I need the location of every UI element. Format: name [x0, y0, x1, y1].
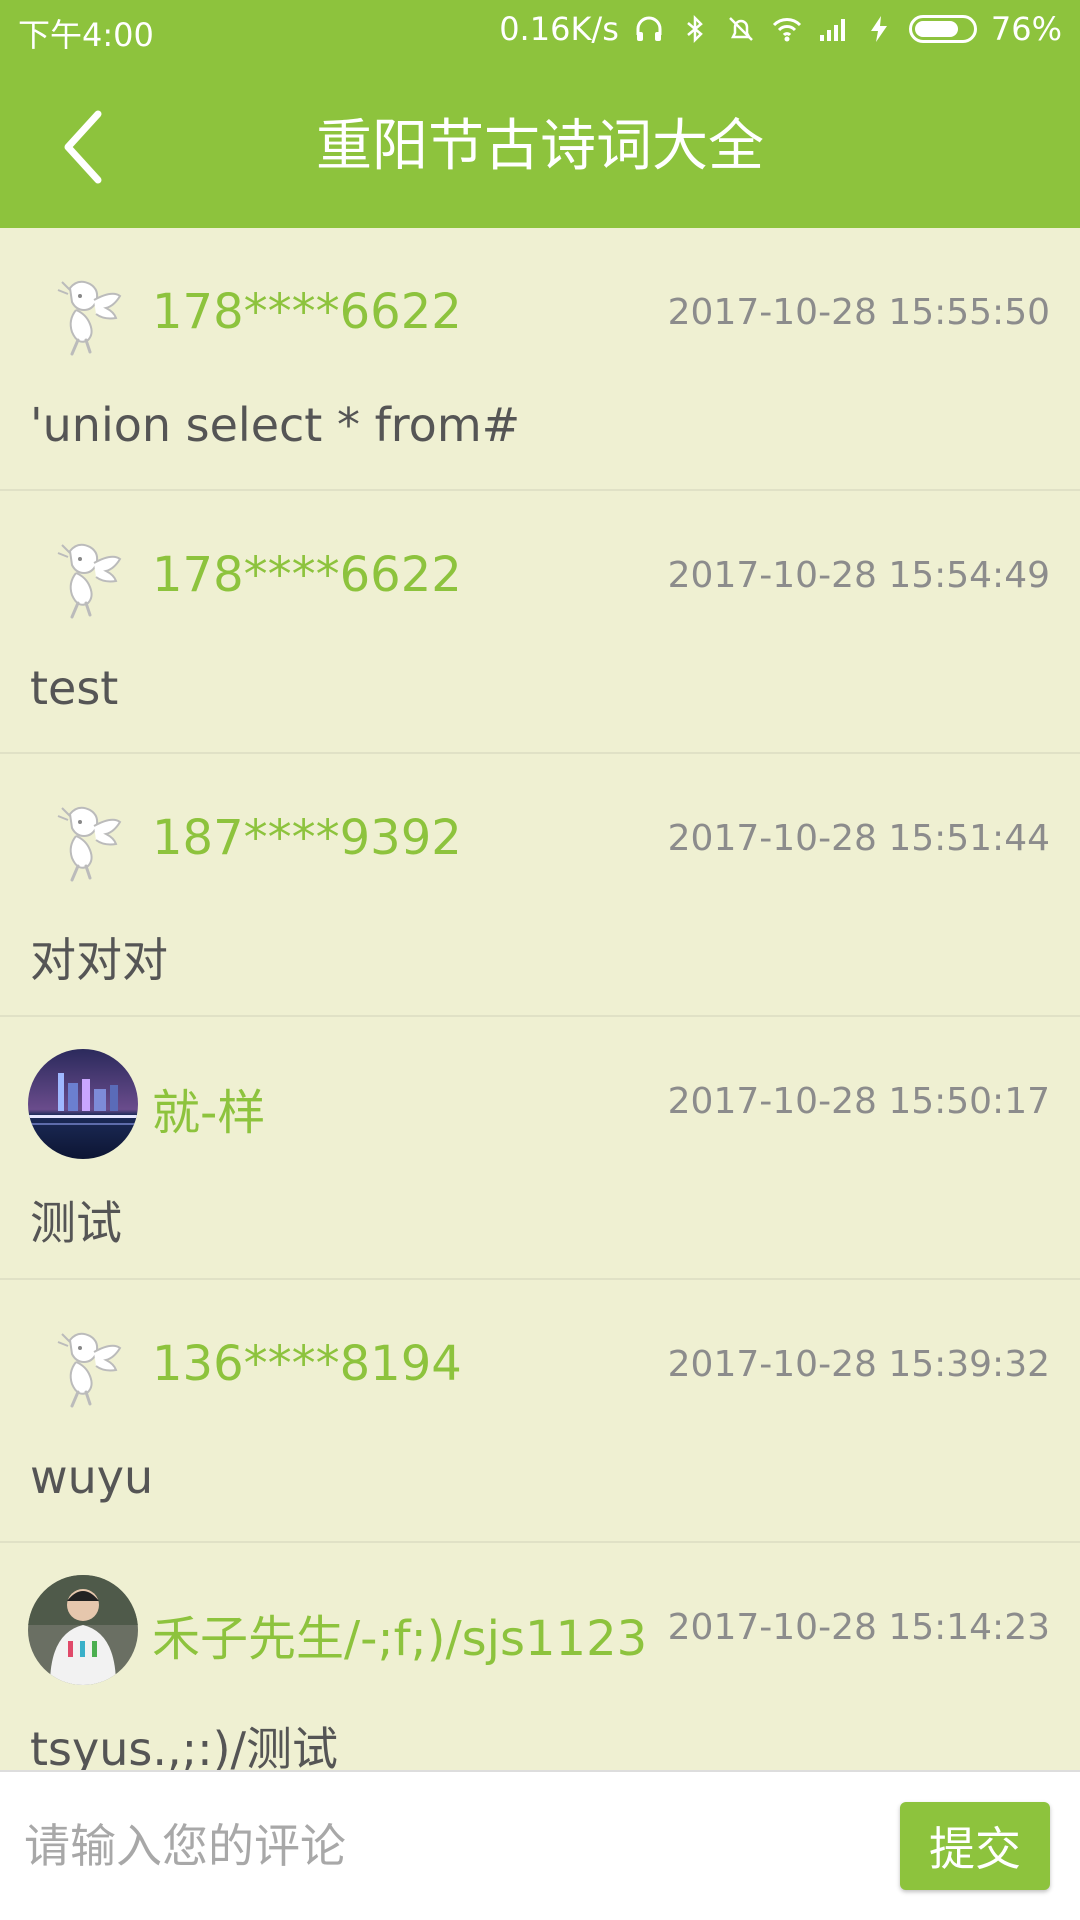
comment-text: 'union select * from# — [30, 398, 521, 452]
wifi-icon — [772, 18, 801, 42]
comment-timestamp: 2017-10-28 15:51:44 — [667, 818, 1050, 859]
comment-username[interactable]: 禾子先生/-;f;)/sjs1123 — [152, 1599, 647, 1669]
avatar[interactable] — [28, 786, 138, 896]
comment-username[interactable]: 136****8194 — [152, 1336, 462, 1392]
comment-text: wuyu — [30, 1450, 154, 1504]
comment-list[interactable]: 178****6622 2017-10-28 15:55:50 'union sel… — [0, 228, 1080, 1770]
comment-text: test — [30, 661, 119, 715]
avatar-image — [57, 543, 122, 619]
battery-percent: 76% — [990, 10, 1062, 48]
battery-icon — [908, 15, 977, 43]
comment-item[interactable]: 178****6622 2017-10-28 15:54:49 test — [0, 491, 1080, 754]
comment-item[interactable]: 187****9392 2017-10-28 15:51:44 对对对 — [0, 754, 1080, 1017]
app-header: 重阳节古诗词大全 — [0, 62, 1080, 228]
comment-item[interactable]: 136****8194 2017-10-28 15:39:32 wuyu — [0, 1280, 1080, 1543]
network-speed: 0.16K/s — [499, 10, 619, 48]
page-title: 重阳节古诗词大全 — [316, 114, 764, 179]
avatar-image — [57, 1332, 122, 1408]
comment-timestamp: 2017-10-28 15:14:23 — [667, 1607, 1050, 1648]
signal-icon — [819, 19, 845, 41]
comment-text: tsyus.,;:)/测试 — [30, 1722, 339, 1770]
bluetooth-icon — [687, 14, 703, 44]
comment-text: 测试 — [30, 1196, 122, 1250]
charging-icon — [870, 16, 887, 42]
avatar[interactable] — [28, 260, 138, 370]
avatar[interactable] — [28, 1049, 138, 1159]
comment-username[interactable]: 就-样 — [152, 1073, 265, 1143]
status-bar: 下午4:00 0.16K/s 76% — [0, 0, 1080, 62]
avatar-image — [28, 1575, 138, 1685]
avatar-image — [57, 806, 122, 882]
comment-timestamp: 2017-10-28 15:39:32 — [667, 1344, 1050, 1385]
comment-item[interactable]: 178****6622 2017-10-28 15:55:50 'union sel… — [0, 228, 1080, 491]
comment-input[interactable] — [22, 1802, 876, 1890]
comment-username[interactable]: 178****6622 — [152, 284, 462, 340]
comment-item[interactable]: 就-样 2017-10-28 15:50:17 测试 — [0, 1017, 1080, 1280]
comment-item[interactable]: 禾子先生/-;f;)/sjs1123 2017-10-28 15:14:23 tsy… — [0, 1543, 1080, 1770]
submit-button[interactable]: 提交 — [900, 1802, 1050, 1890]
comment-username[interactable]: 178****6622 — [152, 547, 462, 603]
avatar-image — [28, 1049, 138, 1159]
comment-timestamp: 2017-10-28 15:50:17 — [667, 1081, 1050, 1122]
status-icons: 0.16K/s 76% — [499, 10, 1062, 48]
status-time: 下午4:00 — [18, 16, 154, 54]
headset-icon — [636, 16, 662, 41]
avatar-image — [57, 280, 122, 356]
mute-icon — [728, 17, 753, 41]
comment-text: 对对对 — [30, 933, 168, 987]
comment-timestamp: 2017-10-28 15:55:50 — [667, 292, 1050, 333]
comment-composer: 提交 — [0, 1770, 1080, 1920]
comment-username[interactable]: 187****9392 — [152, 810, 462, 866]
avatar[interactable] — [28, 1312, 138, 1422]
comment-timestamp: 2017-10-28 15:54:49 — [667, 555, 1050, 596]
avatar[interactable] — [28, 523, 138, 633]
avatar[interactable] — [28, 1575, 138, 1685]
